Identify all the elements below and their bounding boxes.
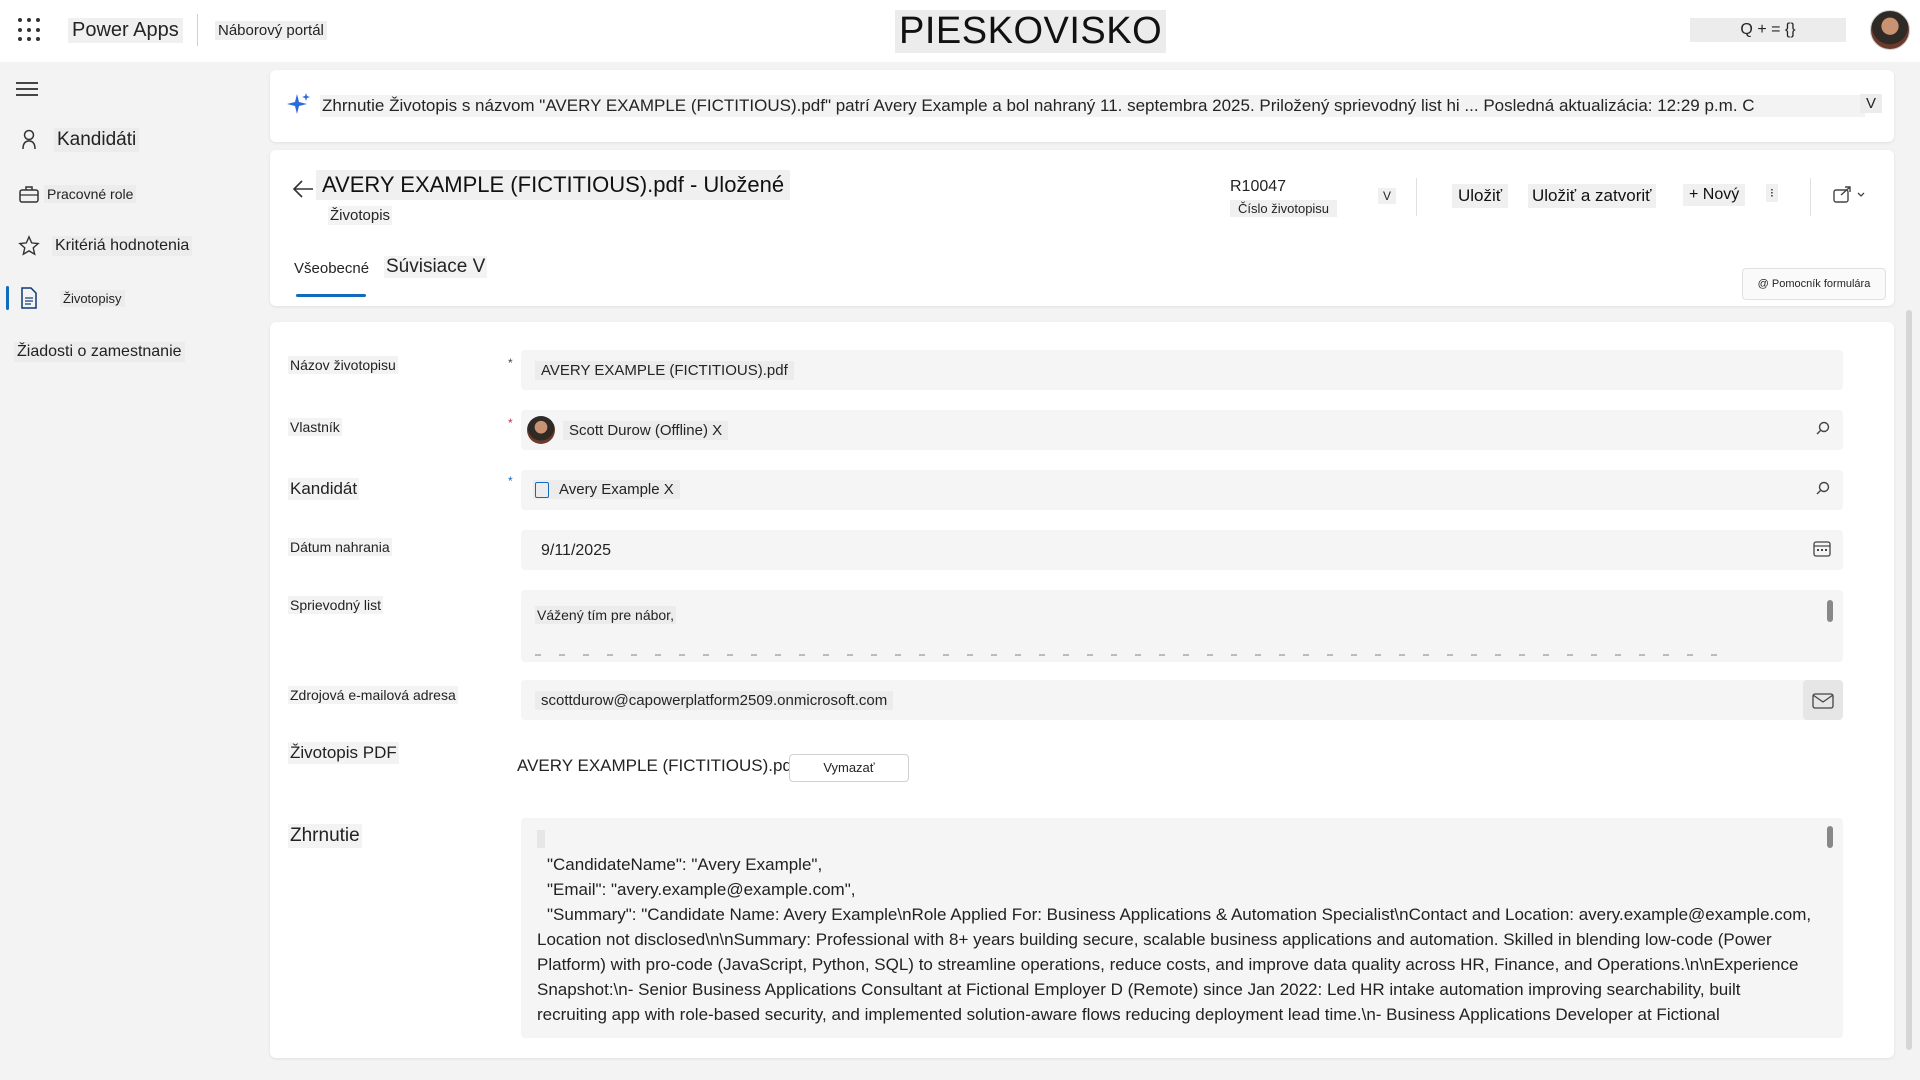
lookup-search-icon[interactable] [1815,420,1831,439]
summary-line: Platform) with pro-code (JavaScript, Pyt… [537,955,1799,974]
active-indicator [6,286,9,310]
environment-title: PIESKOVISKO [895,10,1167,53]
delete-file-button[interactable]: Vymazať [789,754,909,782]
field-label: Sprievodný list [288,596,384,614]
page-scrollbar[interactable] [1906,310,1912,1050]
resume-name-field[interactable]: AVERY EXAMPLE (FICTITIOUS).pdf [521,350,1843,390]
record-number-label: Číslo životopisu [1230,200,1338,217]
portal-name[interactable]: Náborový portál [215,21,327,40]
candidate-lookup-field[interactable]: Avery Example X [521,470,1843,510]
field-label: Zdrojová e-mailová adresa [288,686,458,704]
field-value: 9/11/2025 [541,542,611,559]
app-name[interactable]: Power Apps [68,18,183,43]
field-label: Dátum nahrania [288,538,392,556]
field-value: scottdurow@capowerplatform2509.onmicroso… [535,691,894,710]
briefcase-icon [18,183,40,205]
document-icon [18,287,40,309]
calendar-icon[interactable] [1813,540,1831,561]
divider [1810,178,1811,216]
record-number: R10047 [1230,178,1287,195]
candidate-tag[interactable]: Avery Example X [533,480,680,499]
expand-banner-button[interactable]: V [1859,94,1882,113]
top-search[interactable]: Q + = {} [1690,18,1846,42]
sidebar-item-kriteria-hodnotenia[interactable]: Kritériá hodnotenia [0,226,250,266]
sidebar: Kandidáti Pracovné role Kritériá hodnote… [0,62,250,1080]
sidebar-item-ziadosti[interactable]: Žiadosti o zamestnanie [0,332,250,372]
required-marker: * [508,474,513,488]
sidebar-item-pracovne-role[interactable]: Pracovné role [0,174,250,214]
upload-date-field[interactable]: 9/11/2025 [521,530,1843,570]
field-label: Kandidát [288,478,360,500]
required-marker: * [508,356,513,370]
header-expand-button[interactable]: V [1378,188,1397,204]
new-button[interactable]: + Nový [1683,184,1746,206]
ai-summary-banner: Zhrnutie Životopis s názvom "AVERY EXAMP… [270,70,1894,142]
save-and-close-button[interactable]: Uložiť a zatvoriť [1528,184,1656,208]
record-header: AVERY EXAMPLE (FICTITIOUS).pdf - Uložené… [270,150,1894,306]
send-email-icon[interactable] [1803,680,1843,720]
owner-tag[interactable]: Scott Durow (Offline) X [563,421,729,440]
entity-name: Životopis [328,206,393,225]
summary-text: "CandidateName": "Avery Example", "Email… [537,852,1837,1027]
field-label: Životopis PDF [288,742,399,764]
sidebar-item-kandidati[interactable]: Kandidáti [0,120,250,160]
top-bar: Power Apps Náborový portál PIESKOVISKO Q… [0,0,1920,62]
owner-avatar [527,416,555,444]
summary-line: "Email": "avery.example@example.com", [547,880,856,899]
app-launcher-icon[interactable] [18,18,42,42]
back-arrow-icon[interactable] [292,178,314,206]
tab-vseobecne[interactable]: Všeobecné [294,260,369,277]
summary-banner-text: Zhrnutie Životopis s názvom "AVERY EXAMP… [320,95,1865,117]
cover-letter-field[interactable]: Vážený tím pre nábor, [521,590,1843,662]
required-marker: * [508,416,513,430]
form-assistant-button[interactable]: @ Pomocník formulára [1742,268,1886,300]
field-label: Názov životopisu [288,356,398,374]
scrollbar[interactable] [1827,826,1833,848]
form-section: Názov životopisu * AVERY EXAMPLE (FICTIT… [270,322,1894,1058]
record-title: AVERY EXAMPLE (FICTITIOUS).pdf - Uložené [316,170,791,200]
share-icon[interactable] [1832,184,1868,209]
sidebar-item-label: Žiadosti o zamestnanie [14,342,185,362]
lookup-search-icon[interactable] [1815,480,1831,499]
field-label: Vlastník [288,418,342,436]
star-icon [18,235,40,257]
more-commands-button[interactable]: ⁝ [1766,184,1778,202]
copilot-sparkle-icon [286,92,312,118]
field-value: AVERY EXAMPLE (FICTITIOUS).pdf [535,361,794,380]
sidebar-item-label: Životopisy [60,289,125,307]
summary-line: recruiting app with role-based security,… [537,1005,1720,1024]
summary-field[interactable]: "CandidateName": "Avery Example", "Email… [521,818,1843,1038]
field-value: Vážený tím pre nábor, [535,606,676,624]
summary-line: "Summary": "Candidate Name: Avery Exampl… [547,905,1812,924]
text-continuation [535,654,1735,656]
active-tab-indicator [296,294,366,297]
user-avatar[interactable] [1870,10,1910,50]
summary-line: Snapshot:\n- Senior Business Application… [537,980,1741,999]
json-brace [537,830,545,848]
scrollbar[interactable] [1827,600,1833,622]
sidebar-item-label: Kandidáti [54,128,140,152]
sidebar-item-zivotopisy[interactable]: Životopisy [0,278,250,318]
divider [1416,178,1417,216]
source-email-field[interactable]: scottdurow@capowerplatform2509.onmicroso… [521,680,1843,720]
hamburger-menu-icon[interactable] [16,82,38,100]
owner-lookup-field[interactable]: Scott Durow (Offline) X [521,410,1843,450]
pdf-file-name[interactable]: AVERY EXAMPLE (FICTITIOUS).pdf [517,756,797,776]
summary-line: "CandidateName": "Avery Example", [547,855,823,874]
tab-suvisiace[interactable]: Súvisiace V [384,256,488,278]
summary-line: Location not disclosed\n\nSummary: Profe… [537,930,1772,949]
person-icon [18,129,40,151]
save-button[interactable]: Uložiť [1452,184,1509,208]
sidebar-item-label: Kritériá hodnotenia [52,236,193,256]
contact-card-icon [535,482,549,498]
sidebar-item-label: Pracovné role [44,185,137,203]
field-label: Zhrnutie [288,824,362,848]
divider [197,14,198,46]
